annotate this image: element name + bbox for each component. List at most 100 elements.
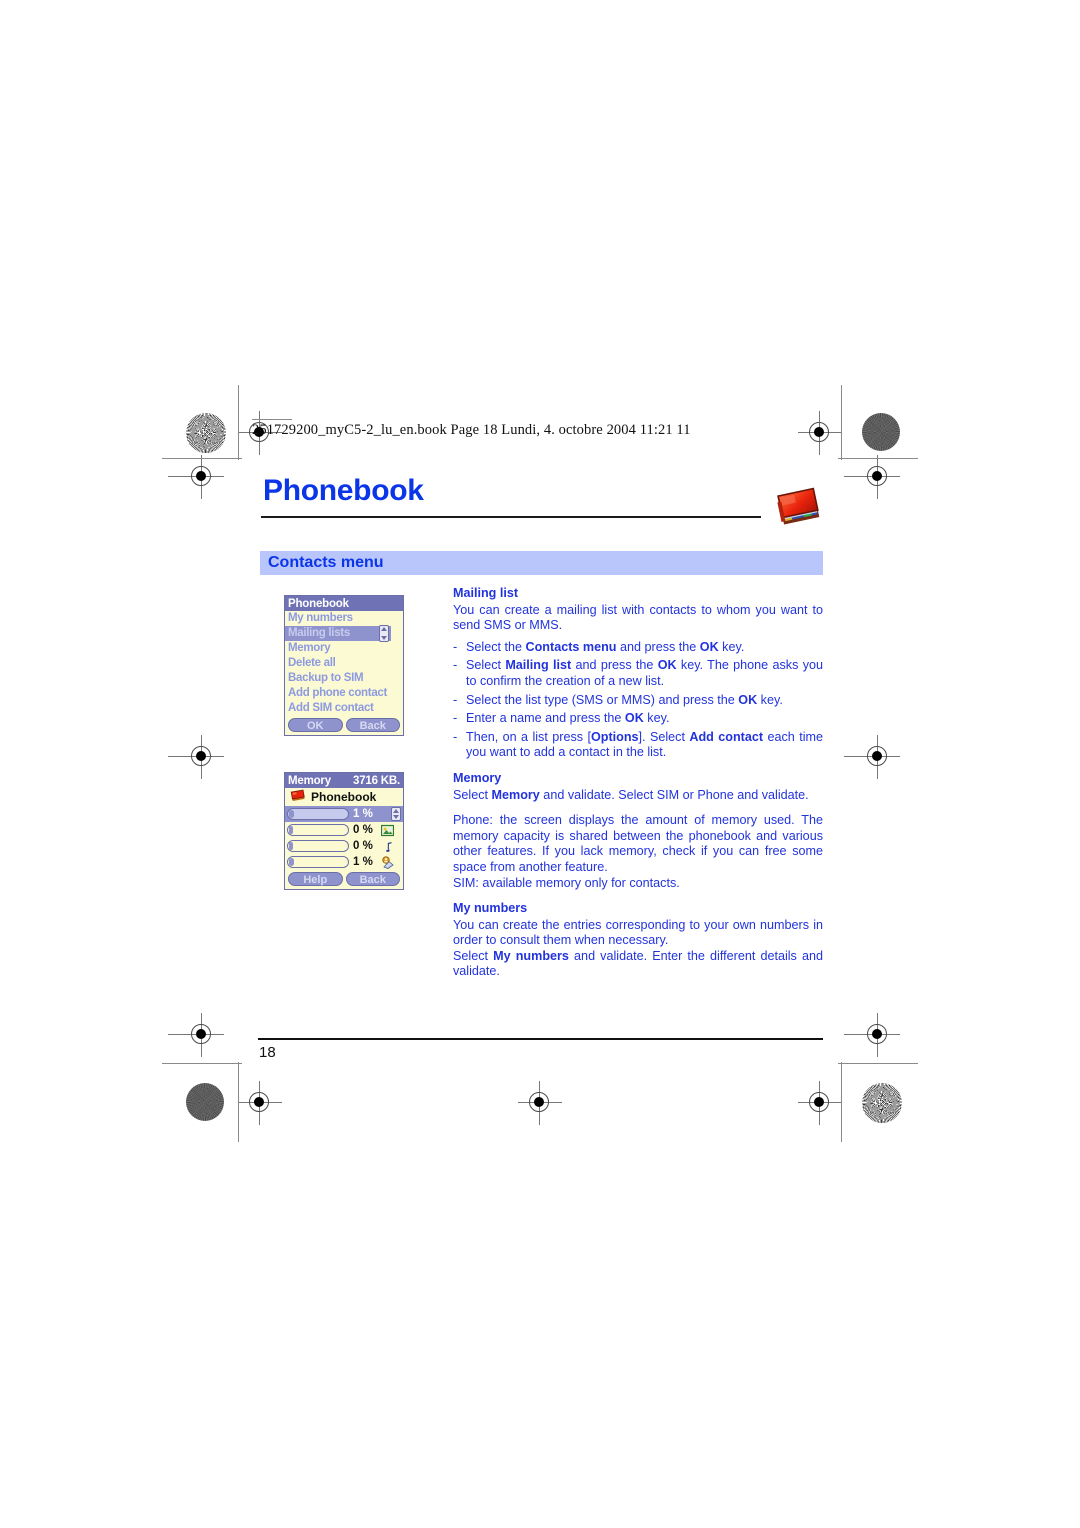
- step-text: Then, on a list press [: [466, 729, 591, 744]
- phone-memory-category-label: Phonebook: [311, 790, 377, 804]
- step-text: and press the: [571, 658, 658, 673]
- step-emphasis: Add contact: [689, 729, 764, 744]
- memory-progress-fill: [289, 810, 294, 818]
- step-text: ]. Select: [638, 729, 690, 744]
- memory-progress-fill: [289, 842, 293, 850]
- phone-memory-scrollbar[interactable]: [391, 807, 401, 821]
- heading-my-numbers: My numbers: [453, 901, 528, 916]
- my-numbers-emphasis: My numbers: [493, 948, 569, 963]
- registration-mark-right-upper: [844, 455, 900, 499]
- footer-divider: [258, 1038, 823, 1040]
- scroll-down-arrow-icon[interactable]: [381, 636, 387, 640]
- phone-menu-item-label: Mailing lists: [288, 627, 350, 639]
- scroll-down-arrow-icon[interactable]: [393, 815, 399, 819]
- my-numbers-text: Select: [453, 948, 494, 963]
- trim-line-bottom-horizontal-left: [162, 1063, 242, 1064]
- step-text: and press the: [616, 639, 700, 654]
- phone-menu-item-mailing-lists[interactable]: Mailing lists: [285, 625, 391, 642]
- phone-menu-item-add-sim-contact[interactable]: Add SIM contact: [285, 701, 403, 716]
- section-banner: Contacts menu: [260, 551, 823, 575]
- phone-memory-softkey-back[interactable]: Back: [345, 872, 400, 886]
- step-text: key.: [757, 692, 783, 707]
- print-starburst-top-left: [186, 413, 226, 453]
- memory-progress-bar: [287, 824, 349, 836]
- phone-memory-title: Memory: [288, 774, 331, 787]
- page-number: 18: [259, 1044, 276, 1061]
- memory-progress-bar: [287, 840, 349, 852]
- trim-line-right-vertical: [841, 385, 842, 460]
- step-text: Select the list type (SMS or MMS) and pr…: [466, 692, 739, 707]
- heading-mailing-list: Mailing list: [453, 586, 519, 600]
- phone-memory-capacity: 3716 KB.: [353, 774, 400, 787]
- memory-progress-fill: [289, 826, 293, 834]
- registration-mark-bottom-left: [238, 1081, 282, 1125]
- phone-menu-list: My numbers Mailing lists Memory Delete a…: [285, 611, 403, 716]
- memory-text: and validate. Select SIM or Phone and va…: [539, 787, 809, 802]
- contacts-icon: [381, 855, 394, 869]
- page-title: Phonebook: [263, 474, 424, 507]
- phone-menu-item-backup-to-sim[interactable]: Backup to SIM: [285, 671, 403, 686]
- trim-line-left-vertical: [238, 385, 239, 460]
- memory-text: Select: [453, 787, 492, 802]
- phone-memory-row[interactable]: 1 %: [285, 806, 403, 822]
- music-note-icon: [381, 840, 394, 853]
- registration-mark-right-lower: [844, 1013, 900, 1057]
- phone-memory-row[interactable]: 0 %: [285, 838, 403, 854]
- section-banner-label: Contacts menu: [268, 554, 384, 571]
- scroll-up-arrow-icon[interactable]: [381, 627, 387, 631]
- bullet-dash: -: [453, 692, 458, 707]
- trim-line-top-horizontal-left: [162, 458, 242, 459]
- phone-menu-item-add-phone-contact[interactable]: Add phone contact: [285, 686, 403, 701]
- phone-menu-titlebar: Phonebook: [285, 596, 403, 611]
- phone-menu-softkey-back[interactable]: Back: [345, 718, 400, 732]
- phone-memory-row[interactable]: 0 %: [285, 822, 403, 838]
- phone-menu-item-memory[interactable]: Memory: [285, 641, 403, 656]
- memory-percent-label: 1 %: [353, 808, 373, 820]
- book-icon: [290, 789, 306, 806]
- memory-progress-bar: [287, 856, 349, 868]
- phone-menu-item-my-numbers[interactable]: My numbers: [285, 611, 403, 626]
- paragraph-my-numbers-select: Select My numbers and validate. Enter th…: [453, 949, 823, 980]
- memory-progress-bar: [287, 808, 349, 820]
- memory-percent-label: 0 %: [353, 840, 373, 852]
- paragraph-memory-sim: SIM: available memory only for contacts.: [453, 875, 680, 890]
- phone-menu-item-delete-all[interactable]: Delete all: [285, 656, 403, 671]
- print-density-blob-bottom-left: [186, 1083, 224, 1121]
- paragraph-mailing-list-intro: You can create a mailing list with conta…: [453, 602, 823, 633]
- phone-menu-item-label: Delete all: [288, 657, 336, 669]
- print-density-blob-top-right: [862, 413, 900, 451]
- phone-memory-softkeys: Help Back: [285, 870, 403, 889]
- paragraph-memory-select: Select Memory and validate. Select SIM o…: [453, 788, 823, 804]
- trim-line-bottom-horizontal-right: [838, 1063, 918, 1064]
- step-emphasis: OK: [657, 658, 677, 673]
- registration-mark-left-upper: [168, 455, 224, 499]
- phone-menu-item-label: My numbers: [288, 612, 353, 624]
- phone-menu-item-label: Memory: [288, 642, 331, 654]
- step-text: key.: [643, 711, 670, 726]
- step-text: Select: [466, 658, 506, 673]
- scroll-up-arrow-icon[interactable]: [393, 809, 399, 813]
- list-item: - Select the list type (SMS or MMS) and p…: [453, 693, 823, 709]
- step-emphasis: Options: [590, 729, 639, 744]
- step-text: Enter a name and press the: [466, 711, 625, 726]
- paragraph-my-numbers-intro: You can create the entries corresponding…: [453, 917, 823, 948]
- phone-menu-scrollbar[interactable]: [379, 625, 389, 642]
- phonebook-book-icon: [772, 484, 826, 532]
- phone-memory-softkey-help[interactable]: Help: [288, 872, 343, 886]
- phone-menu-title: Phonebook: [288, 597, 349, 610]
- list-item: - Enter a name and press the OK key.: [453, 711, 823, 727]
- bullet-dash: -: [453, 729, 458, 744]
- bullet-dash: -: [453, 639, 458, 654]
- phone-memory-category-row: Phonebook: [285, 788, 403, 806]
- step-text: Select the: [466, 639, 526, 654]
- registration-mark-bottom-right: [798, 1081, 842, 1125]
- trim-line-right-vertical-bottom: [841, 1062, 842, 1142]
- trim-line-left-vertical-bottom: [238, 1062, 239, 1142]
- phone-memory-row[interactable]: 1 %: [285, 854, 403, 870]
- list-item: - Select the Contacts menu and press the …: [453, 640, 823, 656]
- bullet-dash: -: [453, 711, 458, 726]
- phone-menu-item-label: Add SIM contact: [288, 702, 374, 714]
- phone-menu-softkey-ok[interactable]: OK: [288, 718, 343, 732]
- book-file-header: 251729200_myC5-2_lu_en.book Page 18 Lund…: [252, 422, 691, 438]
- header-underline: [252, 419, 292, 420]
